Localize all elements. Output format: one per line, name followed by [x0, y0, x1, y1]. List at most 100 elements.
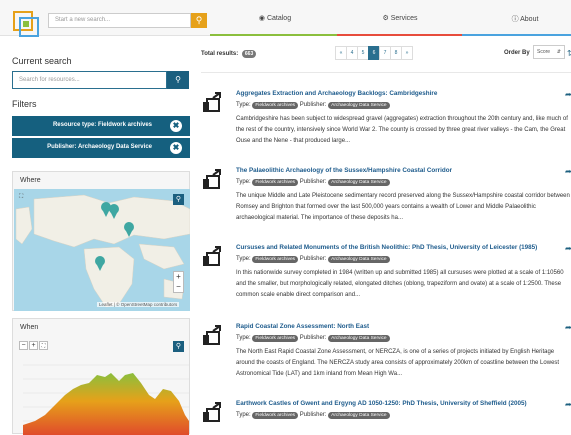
search-icon: ⚲	[175, 75, 181, 84]
timeline-chart[interactable]	[15, 355, 189, 435]
result-description: The North East Rapid Coastal Zone Assess…	[236, 349, 560, 377]
type-label: Type:	[236, 179, 251, 185]
publisher-badge[interactable]: Archaeology Data Service	[328, 102, 390, 109]
filter-resource-type: Resource type: Fieldwork archives ✖	[12, 116, 190, 136]
type-label: Type:	[236, 256, 251, 262]
where-panel: Where ⚲ ⛶ + − Leaflet | © OpenStreetMap …	[12, 171, 190, 311]
when-panel: When − + ⛶ ⚲	[12, 318, 190, 435]
resource-search-input[interactable]: Search for resources...	[12, 71, 167, 89]
tab-label: About	[520, 16, 539, 23]
tab-label: Catalog	[266, 15, 292, 22]
search-icon: ⚲	[195, 15, 203, 25]
fieldwork-archive-icon	[203, 325, 221, 345]
result-description: The unique Middle and Late Pleistocene s…	[236, 193, 570, 221]
result-item: Rapid Coastal Zone Assessment: North Eas…	[201, 323, 571, 393]
result-item: The Palaeolithic Archaeology of the Suss…	[201, 167, 571, 237]
result-meta: Type: Fieldwork archives Publisher: Arch…	[236, 102, 390, 109]
result-title-link[interactable]: Rapid Coastal Zone Assessment: North Eas…	[236, 323, 369, 330]
publisher-badge[interactable]: Archaeology Data Service	[328, 335, 390, 342]
chart-controls: − + ⛶	[19, 341, 48, 350]
map-attribution: Leaflet | © OpenStreetMap contributors	[97, 302, 180, 307]
when-search-button[interactable]: ⚲	[173, 341, 184, 352]
type-label: Type:	[236, 102, 251, 108]
search-icon: ⚲	[175, 196, 182, 203]
fieldwork-archive-icon	[203, 92, 221, 112]
publisher-badge[interactable]: Archaeology Data Service	[328, 412, 390, 419]
result-title-link[interactable]: The Palaeolithic Archaeology of the Suss…	[236, 167, 452, 174]
map[interactable]	[14, 189, 190, 311]
map-search-button[interactable]: ⚲	[173, 194, 184, 205]
gear-icon: ⚙	[382, 15, 389, 22]
external-link-icon[interactable]: ➦	[565, 167, 571, 176]
zoom-in-button[interactable]: +	[29, 341, 38, 350]
publisher-badge[interactable]: Archaeology Data Service	[328, 179, 390, 186]
app-logo-icon[interactable]	[13, 11, 39, 37]
order-by-select[interactable]: Score ⇵	[533, 45, 565, 59]
publisher-badge[interactable]: Archaeology Data Service	[328, 256, 390, 263]
filter-publisher: Publisher: Archaeology Data Service ✖	[12, 138, 190, 158]
result-title-link[interactable]: Earthwork Castles of Gwent and Ergyng AD…	[236, 400, 527, 407]
result-meta: Type: Fieldwork archives Publisher: Arch…	[236, 412, 390, 419]
info-icon: ⓘ	[511, 16, 519, 23]
resource-search-button[interactable]: ⚲	[167, 71, 189, 89]
zoom-in-button[interactable]: +	[174, 272, 183, 282]
global-search-button[interactable]: ⚲	[191, 13, 207, 28]
chevron-down-icon: ⇵	[556, 49, 561, 55]
tab-catalog-underline	[210, 34, 337, 36]
result-item: Aggregates Extraction and Archaeology Ba…	[201, 90, 571, 160]
result-meta: Type: Fieldwork archives Publisher: Arch…	[236, 335, 390, 342]
tab-label: Services	[390, 15, 418, 22]
type-label: Type:	[236, 335, 251, 341]
pagination: « 4 5 6 7 8 »	[335, 46, 413, 60]
result-item: Earthwork Castles of Gwent and Ergyng AD…	[201, 400, 571, 434]
total-results-badge: 663	[241, 50, 257, 58]
reset-zoom-icon[interactable]: ⛶	[39, 341, 48, 350]
order-by-label: Order By	[504, 50, 530, 56]
filters-title: Filters	[12, 99, 37, 109]
tab-about[interactable]: ⓘ About	[500, 14, 550, 24]
current-search-title: Current search	[12, 56, 72, 66]
result-description: Cambridgeshire has been subject to wides…	[236, 116, 568, 144]
tab-services[interactable]: ⚙ Services	[375, 14, 425, 22]
total-results-label: Total results:	[201, 51, 239, 57]
type-badge[interactable]: Fieldwork archives	[252, 256, 299, 263]
filter-label: Resource type: Fieldwork archives	[52, 122, 152, 128]
type-badge[interactable]: Fieldwork archives	[252, 412, 299, 419]
external-link-icon[interactable]: ➦	[565, 90, 571, 99]
external-link-icon[interactable]: ➦	[565, 400, 571, 409]
publisher-label: Publisher:	[299, 335, 327, 341]
fieldwork-archive-icon	[203, 402, 221, 422]
search-icon: ⚲	[175, 343, 182, 350]
map-zoom-control: + −	[173, 271, 184, 293]
tab-about-underline	[462, 34, 571, 36]
fullscreen-icon[interactable]: ⛶	[19, 194, 23, 201]
globe-icon: ◉	[258, 15, 265, 22]
result-title-link[interactable]: Aggregates Extraction and Archaeology Ba…	[236, 90, 437, 97]
global-search-input[interactable]: Start a new search...	[48, 13, 191, 28]
zoom-out-button[interactable]: −	[19, 341, 28, 350]
sort-direction-icon[interactable]: ⇅	[567, 49, 571, 58]
tab-services-underline	[337, 34, 462, 36]
publisher-label: Publisher:	[299, 412, 327, 418]
page-last-button[interactable]: »	[401, 46, 413, 60]
order-by-value: Score	[537, 49, 551, 55]
when-title: When	[20, 324, 39, 331]
result-item: Cursuses and Related Monuments of the Br…	[201, 244, 571, 316]
external-link-icon[interactable]: ➦	[565, 244, 571, 253]
where-title: Where	[20, 177, 41, 184]
results-divider	[201, 72, 571, 73]
type-label: Type:	[236, 412, 251, 418]
type-badge[interactable]: Fieldwork archives	[252, 179, 299, 186]
result-title-link[interactable]: Cursuses and Related Monuments of the Br…	[236, 244, 537, 251]
zoom-out-button[interactable]: −	[174, 282, 183, 292]
type-badge[interactable]: Fieldwork archives	[252, 335, 299, 342]
remove-filter-icon[interactable]: ✖	[170, 120, 182, 132]
remove-filter-icon[interactable]: ✖	[170, 142, 182, 154]
filter-label: Publisher: Archaeology Data Service	[47, 144, 152, 150]
fieldwork-archive-icon	[203, 246, 221, 266]
publisher-label: Publisher:	[299, 102, 327, 108]
external-link-icon[interactable]: ➦	[565, 323, 571, 332]
type-badge[interactable]: Fieldwork archives	[252, 102, 299, 109]
publisher-label: Publisher:	[299, 256, 327, 262]
tab-catalog[interactable]: ◉ Catalog	[250, 14, 300, 22]
